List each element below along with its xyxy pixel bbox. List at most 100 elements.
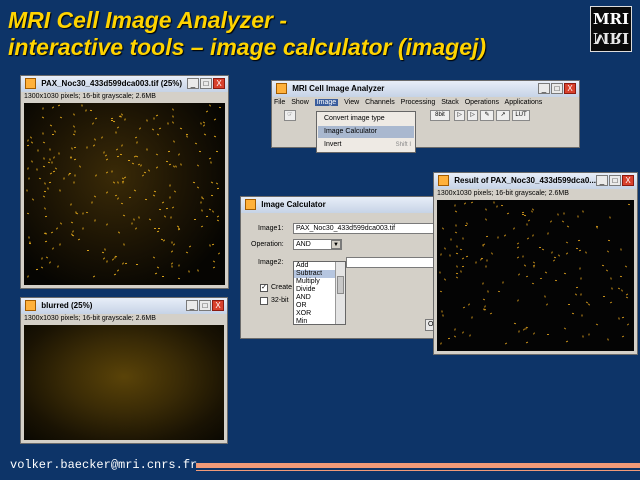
image2-select[interactable] (346, 257, 438, 268)
analyzer-titlebar[interactable]: MRI Cell Image Analyzer _ □ X (272, 81, 579, 97)
menu-image[interactable]: Image (314, 99, 339, 106)
32bit-result-checkbox[interactable] (260, 297, 268, 305)
image-speckle (127, 159, 130, 161)
xy-tool-icon[interactable]: ↗ (496, 110, 510, 121)
image-speckle (606, 269, 609, 272)
tool-8bit-button[interactable]: 8bit (430, 110, 450, 121)
image-speckle (70, 156, 72, 160)
image-speckle (582, 210, 584, 213)
image-canvas-result[interactable] (437, 200, 634, 351)
image-window-blurred-titlebar[interactable]: blurred (25%) _ □ X (21, 298, 227, 314)
menu-processing[interactable]: Processing (401, 99, 436, 106)
image-speckle (86, 146, 88, 149)
minimize-button[interactable]: _ (187, 78, 199, 89)
menu-view[interactable]: View (344, 99, 359, 106)
image-speckle (29, 136, 32, 139)
image-speckle (571, 312, 574, 314)
image-speckle (442, 314, 444, 318)
menu-item-image-calculator[interactable]: Image Calculator (318, 126, 414, 138)
menu-item-convert-image-type[interactable]: Convert image type (318, 113, 414, 125)
image-speckle (558, 254, 561, 257)
image-speckle (606, 338, 609, 341)
image-speckle (517, 299, 519, 302)
image-speckle (440, 253, 443, 256)
image-speckle (26, 189, 28, 192)
image-speckle (122, 214, 125, 217)
image-speckle (52, 133, 55, 135)
menu-show[interactable]: Show (291, 99, 309, 106)
maximize-button[interactable]: □ (199, 300, 211, 311)
menu-operations[interactable]: Operations (465, 99, 499, 106)
image-speckle (460, 248, 463, 251)
list-scrollbar[interactable] (335, 262, 345, 324)
image-speckle (26, 212, 29, 215)
image-speckle (120, 153, 123, 155)
step-icon[interactable]: ▷ (467, 110, 478, 121)
minimize-button[interactable]: _ (538, 83, 550, 94)
minimize-button[interactable]: _ (186, 300, 198, 311)
menu-applications[interactable]: Applications (505, 99, 543, 106)
image-window-blurred-title: blurred (25%) (41, 301, 93, 310)
image-speckle (532, 234, 534, 237)
close-button[interactable]: X (622, 175, 634, 186)
operation-dropdown-list: Add Subtract Multiply Divide AND OR XOR … (293, 261, 346, 325)
image-speckle (454, 204, 457, 207)
image-speckle (158, 208, 161, 210)
image-speckle (210, 160, 213, 164)
image-speckle (173, 190, 177, 193)
image-speckle (213, 118, 216, 121)
image-speckle (73, 146, 76, 148)
image-speckle (216, 188, 219, 190)
image1-select[interactable]: PAX_Noc30_433d599dca003.tif (293, 223, 438, 234)
menu-stack[interactable]: Stack (441, 99, 459, 106)
image-speckle (58, 104, 61, 107)
image-speckle (62, 177, 65, 180)
maximize-button[interactable]: □ (551, 83, 563, 94)
measure-icon[interactable]: ✎ (480, 110, 494, 121)
image-speckle (169, 183, 171, 187)
scrollbar-thumb[interactable] (337, 276, 344, 294)
image-canvas-original[interactable] (24, 103, 225, 285)
image-speckle (610, 301, 613, 304)
menu-item-label: Invert (324, 141, 342, 148)
image-speckle (128, 196, 131, 199)
menu-file[interactable]: File (274, 99, 285, 106)
menu-channels[interactable]: Channels (365, 99, 395, 106)
close-button[interactable]: X (212, 300, 224, 311)
result-window[interactable]: Result of PAX_Noc30_433d599dca0... _ □ X… (433, 172, 638, 355)
hand-tool-icon[interactable]: ☞ (284, 110, 296, 121)
image-speckle (531, 282, 534, 285)
image-speckle (602, 265, 605, 267)
minimize-button[interactable]: _ (596, 175, 608, 186)
image-canvas-blurred[interactable] (24, 325, 224, 440)
chevron-down-icon[interactable]: ▼ (331, 240, 341, 249)
image-window-original-titlebar[interactable]: PAX_Noc30_433d599dca003.tif (25%) _ □ X (21, 76, 228, 92)
image-speckle (144, 199, 147, 201)
image-speckle (487, 290, 489, 293)
image-speckle (171, 265, 174, 268)
play-icon[interactable]: ▷ (454, 110, 465, 121)
image-window-original[interactable]: PAX_Noc30_433d599dca003.tif (25%) _ □ X … (20, 75, 229, 289)
image-speckle (620, 275, 623, 278)
image-speckle (565, 241, 569, 244)
menu-item-invert[interactable]: Invert Shift I (318, 139, 414, 151)
image-window-blurred[interactable]: blurred (25%) _ □ X 1300x1030 pixels; 16… (20, 297, 228, 444)
close-button[interactable]: X (564, 83, 576, 94)
result-window-titlebar[interactable]: Result of PAX_Noc30_433d599dca0... _ □ X (434, 173, 637, 189)
image-speckle (82, 227, 85, 230)
image-calculator-dialog[interactable]: Image Calculator Image1: PAX_Noc30_433d5… (240, 196, 441, 339)
image-speckle (208, 208, 212, 211)
image-calculator-titlebar[interactable]: Image Calculator (241, 197, 434, 213)
image-speckle (455, 252, 458, 254)
create-window-checkbox[interactable]: ✓ (260, 284, 268, 292)
result-window-info: 1300x1030 pixels; 16-bit grayscale; 2.6M… (437, 190, 569, 197)
maximize-button[interactable]: □ (609, 175, 621, 186)
maximize-button[interactable]: □ (200, 78, 212, 89)
image-speckle (492, 200, 495, 204)
image-speckle (85, 212, 88, 214)
close-button[interactable]: X (213, 78, 225, 89)
tool-lut-button[interactable]: LUT (512, 110, 530, 121)
image-speckle (557, 213, 559, 216)
image-window-original-info: 1300x1030 pixels; 16-bit grayscale; 2.6M… (24, 93, 156, 100)
image-speckle (31, 198, 34, 201)
